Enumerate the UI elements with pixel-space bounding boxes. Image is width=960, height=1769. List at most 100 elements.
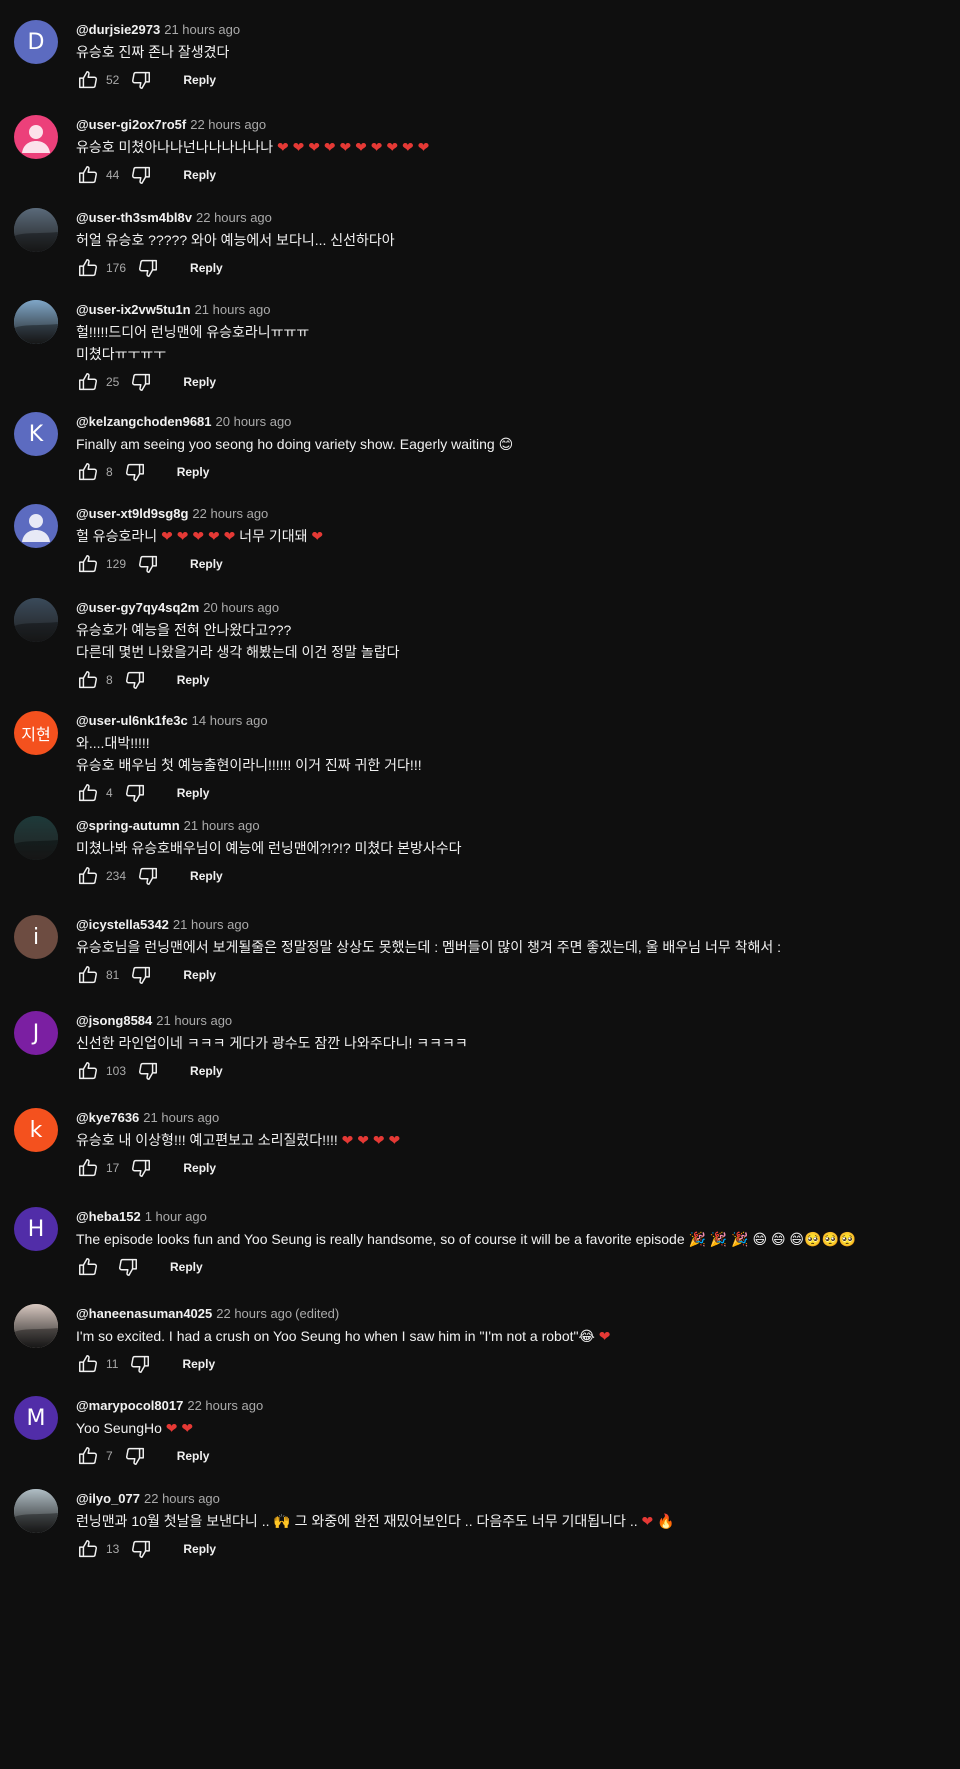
reply-button[interactable]: Reply <box>190 869 223 883</box>
like-button[interactable] <box>76 963 100 987</box>
dislike-button[interactable] <box>136 864 160 888</box>
avatar[interactable] <box>14 1304 58 1348</box>
like-button[interactable] <box>76 68 100 92</box>
comment-author[interactable]: @jsong8584 <box>76 1013 152 1028</box>
comment-text: 런닝맨과 10월 첫날을 보낸다니 .. 🙌 그 와중에 완전 재밌어보인다 .… <box>76 1510 950 1532</box>
comment-time[interactable]: 14 hours ago <box>192 713 268 728</box>
comment-author[interactable]: @kye7636 <box>76 1110 139 1125</box>
reply-button[interactable]: Reply <box>183 168 216 182</box>
reply-button[interactable]: Reply <box>183 968 216 982</box>
comment-time[interactable]: 22 hours ago <box>187 1398 263 1413</box>
like-button[interactable] <box>76 256 100 280</box>
dislike-button[interactable] <box>136 552 160 576</box>
reply-button[interactable]: Reply <box>183 1542 216 1556</box>
avatar[interactable]: H <box>14 1207 58 1251</box>
dislike-button[interactable] <box>128 1352 152 1376</box>
like-button[interactable] <box>76 1255 100 1279</box>
comment-time[interactable]: 22 hours ago <box>192 506 268 521</box>
like-button[interactable] <box>76 864 100 888</box>
dislike-button[interactable] <box>136 256 160 280</box>
reply-button[interactable]: Reply <box>177 786 210 800</box>
reply-button[interactable]: Reply <box>190 557 223 571</box>
avatar[interactable]: M <box>14 1396 58 1440</box>
comment-time[interactable]: 21 hours ago <box>156 1013 232 1028</box>
avatar[interactable] <box>14 598 58 642</box>
dislike-button[interactable] <box>123 668 147 692</box>
dislike-button[interactable] <box>129 963 153 987</box>
comment-time[interactable]: 22 hours ago <box>216 1306 292 1321</box>
comment-author[interactable]: @user-th3sm4bl8v <box>76 210 192 225</box>
reply-button[interactable]: Reply <box>182 1357 215 1371</box>
comment-time[interactable]: 1 hour ago <box>145 1209 207 1224</box>
comment-time[interactable]: 21 hours ago <box>143 1110 219 1125</box>
avatar[interactable] <box>14 1489 58 1533</box>
reply-button[interactable]: Reply <box>183 73 216 87</box>
comment-author[interactable]: @user-xt9ld9sg8g <box>76 506 188 521</box>
avatar[interactable]: J <box>14 1011 58 1055</box>
avatar[interactable] <box>14 208 58 252</box>
like-button[interactable] <box>76 668 100 692</box>
comment-time[interactable]: 21 hours ago <box>195 302 271 317</box>
dislike-button[interactable] <box>116 1255 140 1279</box>
dislike-button[interactable] <box>129 163 153 187</box>
thumbs-down-icon <box>137 865 159 887</box>
comment-author[interactable]: @ilyo_077 <box>76 1491 140 1506</box>
avatar[interactable]: K <box>14 412 58 456</box>
comment-time[interactable]: 21 hours ago <box>173 917 249 932</box>
like-button[interactable] <box>76 163 100 187</box>
dislike-button[interactable] <box>129 68 153 92</box>
like-button[interactable] <box>76 370 100 394</box>
reply-button[interactable]: Reply <box>190 261 223 275</box>
reply-button[interactable]: Reply <box>183 1161 216 1175</box>
like-button[interactable] <box>76 1537 100 1561</box>
comment-time[interactable]: 20 hours ago <box>203 600 279 615</box>
comment-author[interactable]: @icystella5342 <box>76 917 169 932</box>
comment-author[interactable]: @user-gi2ox7ro5f <box>76 117 186 132</box>
like-button[interactable] <box>76 552 100 576</box>
reply-button[interactable]: Reply <box>190 1064 223 1078</box>
comment-author[interactable]: @spring-autumn <box>76 818 180 833</box>
like-button[interactable] <box>76 1352 100 1376</box>
dislike-button[interactable] <box>123 1444 147 1468</box>
comment-time[interactable]: 21 hours ago <box>184 818 260 833</box>
dislike-button[interactable] <box>123 781 147 805</box>
avatar[interactable]: k <box>14 1108 58 1152</box>
comment-author[interactable]: @durjsie2973 <box>76 22 160 37</box>
like-button[interactable] <box>76 1156 100 1180</box>
dislike-button[interactable] <box>136 1059 160 1083</box>
comment-time[interactable]: 22 hours ago <box>190 117 266 132</box>
comment-author[interactable]: @user-ix2vw5tu1n <box>76 302 191 317</box>
like-button[interactable] <box>76 1059 100 1083</box>
comment-time[interactable]: 22 hours ago <box>196 210 272 225</box>
reply-button[interactable]: Reply <box>177 465 210 479</box>
avatar[interactable] <box>14 115 58 159</box>
like-button[interactable] <box>76 781 100 805</box>
reply-button[interactable]: Reply <box>183 375 216 389</box>
comment-text-line: 와....대박!!!!! <box>76 735 150 751</box>
comment-author[interactable]: @haneenasuman4025 <box>76 1306 212 1321</box>
dislike-button[interactable] <box>123 460 147 484</box>
comment-author[interactable]: @heba152 <box>76 1209 141 1224</box>
comment-author[interactable]: @marypocol8017 <box>76 1398 183 1413</box>
comment-time[interactable]: 21 hours ago <box>164 22 240 37</box>
avatar[interactable] <box>14 816 58 860</box>
reply-button[interactable]: Reply <box>177 673 210 687</box>
dislike-button[interactable] <box>129 1156 153 1180</box>
avatar[interactable] <box>14 300 58 344</box>
comment-author[interactable]: @user-gy7qy4sq2m <box>76 600 199 615</box>
avatar[interactable]: 지현 <box>14 711 58 755</box>
heart-icon: ❤ <box>176 528 189 544</box>
avatar[interactable]: D <box>14 20 58 64</box>
comment-time[interactable]: 20 hours ago <box>216 414 292 429</box>
like-button[interactable] <box>76 1444 100 1468</box>
avatar[interactable] <box>14 504 58 548</box>
comment-author[interactable]: @kelzangchoden9681 <box>76 414 212 429</box>
comment-author[interactable]: @user-ul6nk1fe3c <box>76 713 188 728</box>
comment-time[interactable]: 22 hours ago <box>144 1491 220 1506</box>
reply-button[interactable]: Reply <box>170 1260 203 1274</box>
avatar[interactable]: i <box>14 915 58 959</box>
dislike-button[interactable] <box>129 370 153 394</box>
like-button[interactable] <box>76 460 100 484</box>
dislike-button[interactable] <box>129 1537 153 1561</box>
reply-button[interactable]: Reply <box>177 1449 210 1463</box>
